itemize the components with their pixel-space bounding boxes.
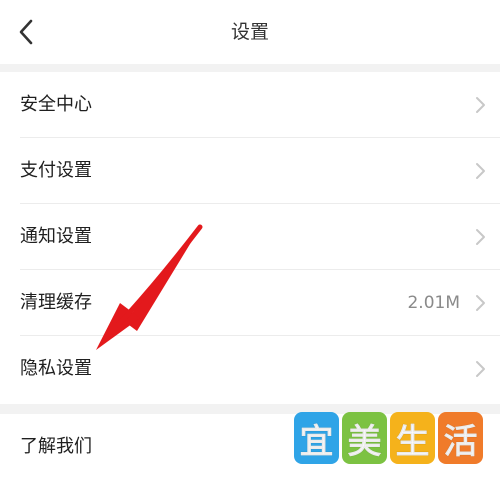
settings-item-security-center[interactable]: 安全中心 — [0, 72, 500, 138]
chevron-right-icon — [476, 295, 485, 311]
watermark-char: 宜 — [294, 412, 339, 464]
page-title: 设置 — [230, 21, 269, 43]
settings-item-notifications[interactable]: 通知设置 — [0, 204, 500, 270]
settings-item-label: 清理缓存 — [20, 292, 92, 313]
chevron-right-icon — [476, 229, 485, 245]
settings-item-privacy[interactable]: 隐私设置 — [0, 336, 500, 402]
settings-item-label: 支付设置 — [20, 160, 92, 181]
settings-list: 安全中心 支付设置 通知设置 清理缓存 2.01M 隐私设置 — [0, 72, 500, 404]
settings-item-label: 通知设置 — [20, 226, 92, 247]
settings-item-label: 了解我们 — [20, 436, 92, 457]
watermark-char: 美 — [342, 412, 387, 464]
nav-header: 设置 — [0, 0, 500, 64]
settings-item-label: 隐私设置 — [20, 358, 92, 379]
chevron-right-icon — [476, 163, 485, 179]
settings-item-label: 安全中心 — [20, 94, 92, 115]
watermark-char: 活 — [438, 412, 483, 464]
watermark-logo: 宜 美 生 活 — [294, 412, 484, 468]
watermark-char: 生 — [390, 412, 435, 464]
chevron-right-icon — [476, 97, 485, 113]
chevron-right-icon — [476, 361, 485, 377]
settings-item-payment[interactable]: 支付设置 — [0, 138, 500, 204]
settings-item-clear-cache[interactable]: 清理缓存 2.01M — [0, 270, 500, 336]
cache-size-value: 2.01M — [407, 293, 460, 313]
